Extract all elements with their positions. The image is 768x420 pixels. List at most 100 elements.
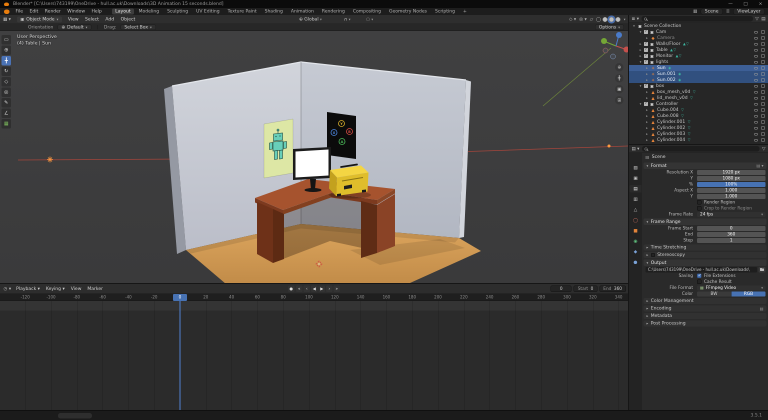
workspace-tab-texture-paint[interactable]: Texture Paint xyxy=(224,9,260,15)
disable-in-renders-toggle[interactable] xyxy=(761,67,765,70)
properties-tab-scene[interactable]: △ xyxy=(630,206,642,214)
sun-light-origin-2[interactable] xyxy=(608,145,611,148)
folder-icon[interactable] xyxy=(759,267,766,273)
editor-type-icon[interactable]: ▦ ▾ xyxy=(3,17,11,22)
properties-tab-constraints[interactable]: ◆ xyxy=(630,248,642,256)
pan-button[interactable]: ╋ xyxy=(615,74,624,83)
disable-in-renders-toggle[interactable] xyxy=(761,55,765,58)
drag-dropdown[interactable]: Select Box▾ xyxy=(120,25,155,31)
hide-in-viewport-toggle[interactable] xyxy=(754,139,758,142)
workspace-tab-shading[interactable]: Shading xyxy=(261,9,286,15)
hide-in-viewport-toggle[interactable] xyxy=(754,85,758,88)
play-reverse-button[interactable]: ◀ xyxy=(311,286,318,293)
menu-render[interactable]: Render xyxy=(45,9,61,14)
tool-scale-button[interactable]: ◇ xyxy=(2,77,12,87)
properties-tab-tool[interactable]: ▧ xyxy=(630,164,642,172)
collection-checkbox[interactable] xyxy=(644,84,648,88)
hide-in-viewport-toggle[interactable] xyxy=(754,103,758,106)
poster-gamepad-buttons[interactable]: Y X B A xyxy=(327,112,356,159)
mode-dropdown[interactable]: ▣ Object Mode ▾ xyxy=(17,16,62,22)
workspace-tab-sculpting[interactable]: Sculpting xyxy=(164,9,192,15)
hide-in-viewport-toggle[interactable] xyxy=(754,43,758,46)
expand-icon[interactable]: ▸ xyxy=(639,54,643,58)
expand-icon[interactable]: ▸ xyxy=(645,108,649,112)
auto-keying-toggle[interactable]: ● xyxy=(288,286,295,293)
panel-post-processing[interactable]: ▸Post Processing xyxy=(644,321,767,327)
tool-annotate-button[interactable]: ✎ xyxy=(2,98,12,108)
workspace-tab-+[interactable]: + xyxy=(460,9,471,15)
disable-in-renders-toggle[interactable] xyxy=(761,121,765,124)
properties-tab-world[interactable]: ◯ xyxy=(630,217,642,225)
aspect-y-field[interactable]: 1.000 xyxy=(697,194,766,199)
workspace-tab-layout[interactable]: Layout xyxy=(112,9,134,15)
file-extensions-checkbox[interactable] xyxy=(697,274,702,279)
disable-in-renders-toggle[interactable] xyxy=(761,133,765,136)
expand-icon[interactable]: ▸ xyxy=(645,138,649,142)
shading-dropdown-icon[interactable]: ▾ xyxy=(624,17,626,21)
show-gizmo-toggle[interactable]: ◇ ▾ xyxy=(569,17,576,22)
output-panel-header[interactable]: ▾ Output xyxy=(644,260,767,267)
expand-icon[interactable]: ▸ xyxy=(645,90,649,94)
hide-in-viewport-toggle[interactable] xyxy=(754,91,758,94)
tool-add-cube-button[interactable]: ▦ xyxy=(2,119,12,129)
options-dropdown[interactable]: Options▾ xyxy=(595,25,624,31)
menu-file[interactable]: File xyxy=(16,9,24,14)
resolution-x-field[interactable]: 1920 px xyxy=(697,170,766,175)
orientation-dropdown[interactable]: ⊕Default▾ xyxy=(57,25,91,31)
properties-editor-icon[interactable]: ▤ ▾ xyxy=(632,146,640,151)
disable-in-renders-toggle[interactable] xyxy=(761,85,765,88)
poster-robot[interactable] xyxy=(264,119,293,178)
aspect-x-field[interactable]: 1.000 xyxy=(697,188,766,193)
collection-checkbox[interactable] xyxy=(644,102,648,106)
expand-icon[interactable]: ▸ xyxy=(645,120,649,124)
menu-help[interactable]: Help xyxy=(92,9,102,14)
crop-to-render-region-checkbox[interactable] xyxy=(697,206,702,211)
properties-tab-physics[interactable]: ● xyxy=(630,259,642,267)
disable-in-renders-toggle[interactable] xyxy=(761,97,765,100)
proportional-edit-toggle[interactable]: ◌ ▾ xyxy=(366,17,373,22)
expand-icon[interactable]: ▸ xyxy=(645,132,649,136)
presets-icon[interactable]: ▤ ▾ xyxy=(756,164,763,169)
workspace-tab-animation[interactable]: Animation xyxy=(287,9,317,15)
tool-cursor-button[interactable]: ⊕ xyxy=(2,46,12,56)
yellow-box[interactable] xyxy=(329,165,371,199)
timeline-editor-icon[interactable]: ◷ ▾ xyxy=(4,286,12,291)
expand-icon[interactable]: ▸ xyxy=(645,36,649,40)
collection-checkbox[interactable] xyxy=(644,42,648,46)
properties-tab-light-data[interactable]: ◉ xyxy=(630,238,642,246)
expand-icon[interactable]: ▸ xyxy=(645,78,649,82)
timeline-menu-view[interactable]: View xyxy=(71,286,82,291)
disable-in-renders-toggle[interactable] xyxy=(761,103,765,106)
outliner-row-cylinder-004[interactable]: ▸▲Cylinder.004▽ xyxy=(629,137,768,143)
disable-in-renders-toggle[interactable] xyxy=(761,139,765,142)
camera-view-button[interactable]: ▣ xyxy=(615,85,624,94)
viewport-menu-add[interactable]: Add xyxy=(105,17,114,22)
workspace-tab-compositing[interactable]: Compositing xyxy=(349,9,384,15)
timeline-menu-marker[interactable]: Marker xyxy=(87,286,103,291)
tool-select-box-button[interactable]: ▭ xyxy=(2,35,12,45)
sun-light-marker[interactable] xyxy=(47,157,53,163)
expand-icon[interactable]: ▾ xyxy=(639,102,643,106)
show-overlays-toggle[interactable]: ◎ ▾ xyxy=(579,17,587,22)
resolution-scale-slider[interactable]: 100% xyxy=(697,182,766,187)
frame-end-field[interactable]: 360 xyxy=(697,232,766,237)
hide-in-viewport-toggle[interactable] xyxy=(754,67,758,70)
navigation-gizmo[interactable] xyxy=(601,32,628,59)
transform-orientation-dropdown[interactable]: ⊕ Global ▾ xyxy=(299,17,322,22)
hide-in-viewport-toggle[interactable] xyxy=(754,73,758,76)
panel-time-stretching[interactable]: ▸Time Stretching xyxy=(644,245,767,251)
blender-menu-icon[interactable] xyxy=(4,9,10,14)
properties-tab-view-layer[interactable]: ▥ xyxy=(630,196,642,204)
timeline-menu-playback[interactable]: Playback ▾ xyxy=(16,286,40,291)
hide-in-viewport-toggle[interactable] xyxy=(754,97,758,100)
outliner-editor-icon[interactable]: ≣ ▾ xyxy=(632,16,639,21)
jump-to-start-button[interactable]: « xyxy=(296,286,303,293)
frame-rate-dropdown[interactable]: 24 fps xyxy=(697,212,766,217)
expand-icon[interactable]: ▾ xyxy=(639,84,643,88)
hide-in-viewport-toggle[interactable] xyxy=(754,49,758,52)
hide-in-viewport-toggle[interactable] xyxy=(754,31,758,34)
play-button[interactable]: ▶ xyxy=(319,286,326,293)
panel-color-management[interactable]: ▸Color Management xyxy=(644,298,767,304)
scene-selector[interactable]: Scene xyxy=(700,8,723,15)
workspace-tab-geometry-nodes[interactable]: Geometry Nodes xyxy=(386,9,431,15)
